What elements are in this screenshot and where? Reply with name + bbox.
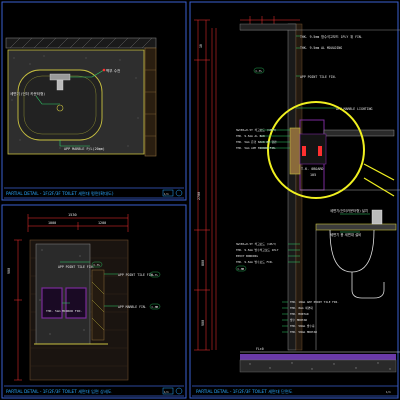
section-top-label-3: APP POINT TILE FIN. bbox=[300, 75, 337, 79]
floor-mark: FL±0 bbox=[256, 347, 264, 351]
elev-tag-2: C-TL bbox=[152, 273, 159, 277]
elev-title: PARTIAL DETAIL - 1F/2F/3F TOILET 세면대 입면 … bbox=[6, 388, 112, 395]
elev-tag-3: C-MB bbox=[152, 305, 159, 309]
right-label-1: 세면기(언더카운터형) 설치 bbox=[330, 208, 368, 213]
elev-label-tile-right: APP POINT TILE FIN. bbox=[118, 273, 155, 277]
drain-trap-icon bbox=[351, 272, 385, 299]
circle-text-2: 105 bbox=[310, 173, 316, 177]
plan-label-faucet: 벽부 수전 bbox=[106, 68, 120, 73]
elev-dim-height: 900 bbox=[7, 268, 11, 274]
floor-slab bbox=[239, 359, 397, 373]
floor-label-5: THK. 50mm 방수층 bbox=[290, 324, 315, 328]
section-tag-2: C-MB bbox=[238, 267, 245, 271]
side-wall bbox=[144, 47, 157, 157]
elev-dim-right: 1200 bbox=[98, 221, 106, 225]
section-title: PARTIAL DETAIL - 1F/2F/3F TOILET 세면대 단면도 bbox=[196, 388, 293, 395]
floor-label-6: THK. 50mm MORTAR bbox=[290, 330, 317, 334]
floor-label-1: THK. 10mm APP POINT TILE FIN. bbox=[290, 300, 339, 304]
elev-label-marble-right: APP MARBLE FIN. bbox=[118, 305, 147, 309]
mirror-left bbox=[41, 287, 63, 319]
mid-label-2: THK. 9.5mm 방수석고보드 1PLY bbox=[236, 248, 279, 252]
circle-label-3: THK. 5mm 은경 BACK 8T 합판 bbox=[236, 140, 277, 144]
wall-band bbox=[5, 37, 157, 49]
section-dim-2: 2700 bbox=[197, 192, 201, 200]
section-dim-4: 900 bbox=[201, 320, 205, 326]
plan-label-bowl: 세면기 (언더 카운터형) bbox=[10, 91, 45, 96]
section-top-label-2: THK. 9.5mm AL MOULDING bbox=[300, 46, 342, 50]
counter-section bbox=[315, 223, 397, 231]
section-dimensions bbox=[194, 19, 217, 351]
plan-sheet-mark: 1/1 bbox=[164, 192, 169, 196]
elev-label-mirror: THK. 5mm MIRROR FIN. bbox=[46, 309, 82, 313]
right-label-2: 세면기 용 세면대 설비 bbox=[330, 232, 361, 237]
mid-label-4: THK. 9.5mm 방수보드 FIN. bbox=[236, 260, 274, 264]
plan-label-marble: APP MARBLE P/L(20mm) bbox=[64, 147, 105, 151]
floor-label-2: THK. 8mm 세면대 bbox=[290, 306, 313, 310]
elevation-view: 1530 1000 1200 900 APP POINT TILE FIN. A… bbox=[4, 213, 184, 397]
section-top-label-1: THK. 9.5mm 방수석고보드 1PLY 위 FIN. bbox=[300, 34, 363, 39]
elev-label-tile-top: APP POINT TILE FIN. bbox=[58, 265, 95, 269]
tile-column bbox=[91, 269, 105, 341]
section-tag-1: C-TL bbox=[256, 69, 263, 73]
floor-finish-layer bbox=[240, 354, 396, 360]
section-view: 10 2700 800 900 THK. 9.5mm 방수석고보드 1PLY 위… bbox=[192, 16, 400, 397]
section-dim-3: 800 bbox=[201, 260, 205, 266]
section-dim-1: 10 bbox=[199, 44, 203, 48]
floor-label-4: 방수 MORTAR bbox=[290, 318, 307, 322]
circle-label-2: THK. 9.5mm AL BAR bbox=[236, 134, 265, 138]
plan-title: PARTIAL DETAIL - 1F/2F/3F TOILET 세면대 평면(… bbox=[6, 190, 114, 197]
faucet-section-icon bbox=[371, 209, 383, 225]
plan-view: 벽부 수전 세면기 (언더 카운터형) APP MARBLE P/L(20mm)… bbox=[4, 37, 184, 199]
section-sheet-mark: 1/1 bbox=[386, 390, 391, 394]
elev-dim-left: 1000 bbox=[48, 221, 56, 225]
faucet-icon bbox=[49, 73, 71, 81]
mid-label-1: SW=BS+0.5T 석고보드 (1PLY) bbox=[236, 242, 277, 246]
mid-label-3: EPOXY BONDING bbox=[236, 254, 258, 258]
circle-label-4: THK. 5mm APP MIRROR FIN. bbox=[236, 146, 277, 150]
elev-dim-width: 1530 bbox=[68, 213, 77, 217]
elev-tag-1: C-TL bbox=[94, 263, 101, 267]
elev-sheet-mark: 1/1 bbox=[164, 390, 169, 394]
circle-label-1: SW=BS+0.5T 석고보드 (1PLY) bbox=[236, 128, 277, 132]
floor-label-3: THK. MORTAR bbox=[290, 312, 309, 316]
cad-drawing-sheet: 벽부 수전 세면기 (언더 카운터형) APP MARBLE P/L(20mm)… bbox=[1, 1, 400, 399]
circle-text-1: T.K. 0BOARD bbox=[301, 167, 323, 171]
